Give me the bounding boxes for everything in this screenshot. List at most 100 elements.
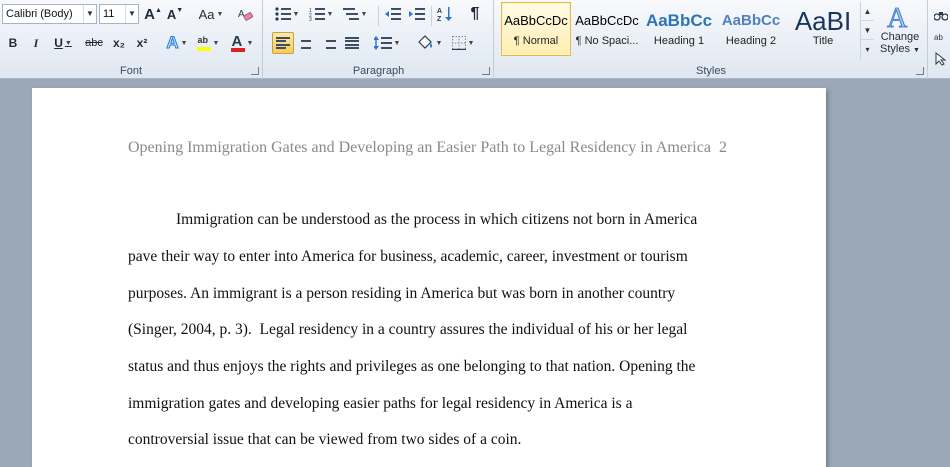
font-color-button[interactable]: A ▼ bbox=[228, 32, 256, 54]
chevron-down-icon: ▼ bbox=[393, 39, 401, 47]
chevron-up-icon[interactable]: ▲ bbox=[861, 2, 874, 21]
svg-text:A: A bbox=[437, 8, 442, 15]
find-button[interactable] bbox=[933, 4, 949, 26]
decrease-indent-button[interactable] bbox=[382, 3, 404, 25]
shading-button[interactable]: ▼ bbox=[414, 32, 444, 54]
sort-az-icon: AZ bbox=[437, 7, 452, 22]
subscript-button[interactable]: x₂ bbox=[108, 32, 130, 54]
change-styles-icon: A bbox=[887, 3, 909, 31]
paragraph-group-label: Paragraph bbox=[352, 65, 405, 77]
superscript-button[interactable]: x² bbox=[131, 32, 153, 54]
paragraph-dialog-launcher-icon[interactable] bbox=[482, 67, 490, 75]
more-styles-icon[interactable]: ▾ bbox=[861, 40, 874, 59]
body-line[interactable]: controversial issue that can be viewed f… bbox=[128, 431, 728, 449]
align-right-icon bbox=[322, 37, 336, 49]
chevron-down-icon[interactable]: ▼ bbox=[83, 5, 96, 23]
chevron-down-icon: ▼ bbox=[435, 39, 443, 47]
body-line[interactable]: immigration gates and developing easier … bbox=[128, 395, 728, 413]
decrease-indent-icon bbox=[385, 8, 401, 20]
line-spacing-button[interactable]: ▼ bbox=[372, 32, 402, 54]
styles-group-label: Styles bbox=[696, 65, 726, 77]
svg-text:A: A bbox=[887, 3, 908, 31]
chevron-down-icon: ▼ bbox=[212, 39, 220, 47]
text-effects-icon: A bbox=[166, 33, 179, 53]
numbering-icon: 123 bbox=[309, 8, 325, 21]
grow-font-button[interactable]: A ▲ bbox=[143, 3, 163, 25]
page-header[interactable]: Opening Immigration Gates and Developing… bbox=[128, 139, 727, 157]
increase-indent-button[interactable] bbox=[406, 3, 428, 25]
bold-button[interactable]: B bbox=[2, 32, 24, 54]
justify-icon bbox=[345, 37, 359, 49]
pilcrow-icon: ¶ bbox=[470, 5, 480, 22]
editing-group: ab bbox=[929, 0, 950, 79]
style-title[interactable]: AaBI Title bbox=[788, 2, 858, 56]
show-hide-marks-button[interactable]: ¶ bbox=[464, 3, 486, 25]
eraser-icon: A bbox=[238, 9, 253, 21]
chevron-down-icon: ▼ bbox=[292, 10, 300, 18]
svg-text:3: 3 bbox=[309, 17, 312, 21]
chevron-down-icon[interactable]: ▼ bbox=[861, 21, 874, 40]
paragraph-group: ▼ 1 2 3 ▼ ▼ AZ ¶ ▼ ▼ ▼ Paragraph bbox=[264, 0, 494, 79]
align-right-button[interactable] bbox=[318, 32, 340, 54]
bullets-button[interactable]: ▼ bbox=[272, 3, 302, 25]
style-heading-1[interactable]: AaBbCc Heading 1 bbox=[644, 2, 714, 56]
change-styles-button[interactable]: A Change Styles ▼ bbox=[877, 0, 923, 62]
font-name-combo[interactable]: Calibri (Body) ▼ bbox=[2, 4, 97, 24]
chevron-down-icon: ▼ bbox=[216, 10, 224, 18]
body-line[interactable]: Immigration can be understood as the pro… bbox=[128, 211, 728, 229]
clear-formatting-button[interactable]: A bbox=[234, 3, 256, 25]
body-line[interactable]: purposes. An immigrant is a person resid… bbox=[128, 285, 728, 303]
select-button[interactable] bbox=[933, 48, 949, 70]
italic-button[interactable]: I bbox=[25, 32, 47, 54]
styles-group: AaBbCcDc ¶ Normal AaBbCcDc ¶ No Spaci...… bbox=[495, 0, 928, 79]
style-normal[interactable]: AaBbCcDc ¶ Normal bbox=[501, 2, 571, 56]
multilevel-list-button[interactable]: ▼ bbox=[340, 3, 370, 25]
font-group: Calibri (Body) ▼ 11 ▼ A ▲ A ▼ Aa ▼ A B I U ▼… bbox=[0, 0, 263, 79]
ribbon: Calibri (Body) ▼ 11 ▼ A ▲ A ▼ Aa ▼ A B I U ▼… bbox=[0, 0, 950, 79]
chevron-down-icon[interactable]: ▼ bbox=[125, 5, 138, 23]
underline-button[interactable]: U ▼ bbox=[49, 32, 77, 54]
body-line[interactable]: status and thus enjoys the rights and pr… bbox=[128, 358, 728, 376]
binoculars-icon bbox=[934, 12, 948, 21]
numbering-button[interactable]: 1 2 3 ▼ bbox=[306, 3, 336, 25]
change-styles-label-1: Change bbox=[880, 31, 920, 43]
running-head: Opening Immigration Gates and Developing… bbox=[128, 139, 711, 156]
borders-button[interactable]: ▼ bbox=[448, 32, 478, 54]
shrink-arrow-icon: ▼ bbox=[176, 6, 184, 14]
shrink-font-button[interactable]: A ▼ bbox=[165, 3, 185, 25]
svg-text:Z: Z bbox=[437, 16, 442, 22]
justify-button[interactable] bbox=[341, 32, 363, 54]
bullets-icon bbox=[274, 7, 291, 21]
text-effects-button[interactable]: A ▼ bbox=[164, 32, 190, 54]
chevron-down-icon: ▼ bbox=[246, 39, 254, 47]
svg-text:A: A bbox=[238, 9, 245, 20]
style-no-spacing[interactable]: AaBbCcDc ¶ No Spaci... bbox=[572, 2, 642, 56]
body-line[interactable]: pave their way to enter into America for… bbox=[128, 248, 728, 266]
align-center-icon bbox=[299, 37, 313, 49]
style-heading-2[interactable]: AaBbCc Heading 2 bbox=[716, 2, 786, 56]
font-color-icon: A bbox=[230, 33, 245, 52]
font-name-value: Calibri (Body) bbox=[6, 8, 73, 20]
replace-button[interactable]: ab bbox=[933, 26, 949, 48]
body-line[interactable]: (Singer, 2004, p. 3). Legal residency in… bbox=[128, 321, 728, 339]
strikethrough-button[interactable]: abc bbox=[82, 32, 106, 54]
align-left-button[interactable] bbox=[272, 32, 294, 54]
font-size-combo[interactable]: 11 ▼ bbox=[99, 4, 139, 24]
chevron-down-icon: ▼ bbox=[360, 10, 368, 18]
chevron-down-icon: ▼ bbox=[64, 39, 72, 47]
font-dialog-launcher-icon[interactable] bbox=[251, 67, 259, 75]
sort-button[interactable]: AZ bbox=[434, 3, 456, 25]
line-spacing-icon bbox=[373, 36, 392, 50]
change-case-button[interactable]: Aa ▼ bbox=[196, 3, 226, 25]
highlight-button[interactable]: ab ▼ bbox=[195, 32, 221, 54]
cursor-icon bbox=[935, 52, 947, 66]
highlighter-icon: ab bbox=[196, 35, 211, 51]
chevron-down-icon: ▼ bbox=[913, 47, 920, 54]
styles-dialog-launcher-icon[interactable] bbox=[916, 67, 924, 75]
document-page[interactable]: Opening Immigration Gates and Developing… bbox=[32, 88, 826, 467]
align-center-button[interactable] bbox=[295, 32, 317, 54]
styles-gallery-scroll[interactable]: ▲ ▼ ▾ bbox=[860, 2, 874, 60]
change-styles-label-2: Styles bbox=[880, 43, 910, 55]
document-area[interactable]: Opening Immigration Gates and Developing… bbox=[0, 80, 950, 467]
font-size-value: 11 bbox=[103, 8, 115, 20]
